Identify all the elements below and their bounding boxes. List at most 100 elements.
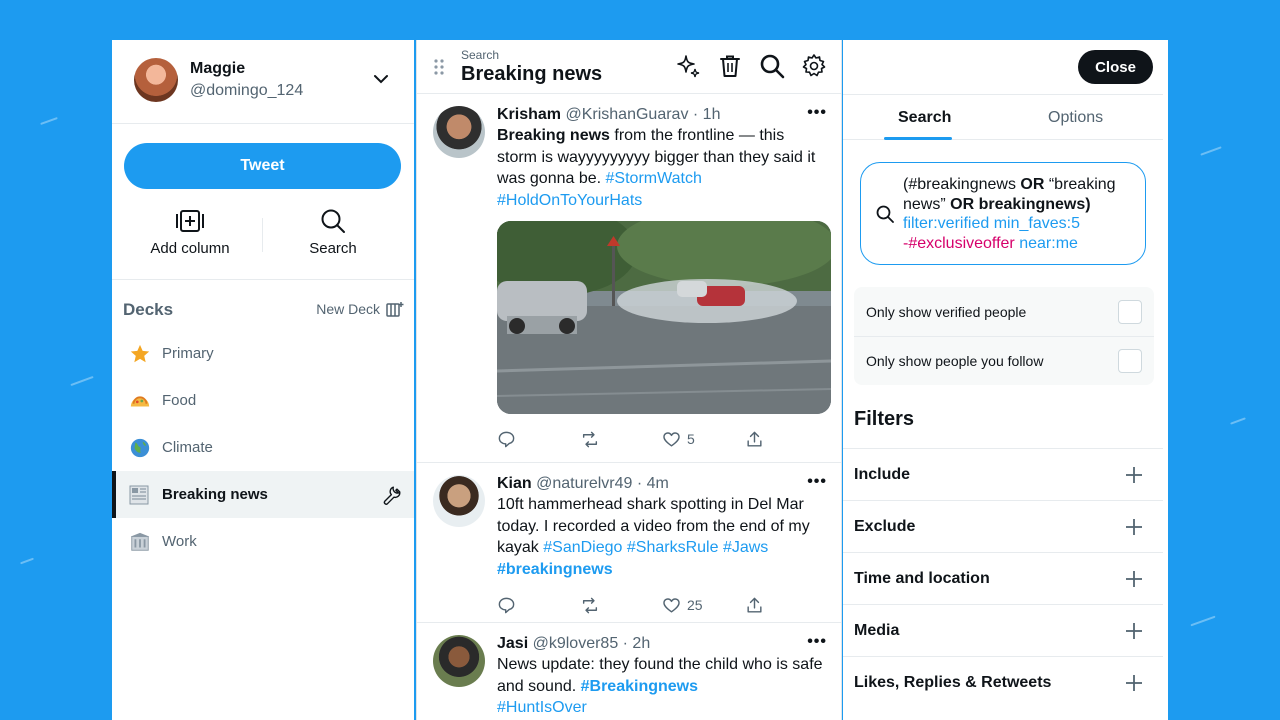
tweet[interactable]: Krisham @KrishanGuarav · 1h ••• Breaking… — [417, 94, 841, 463]
deck-item-primary[interactable]: Primary — [112, 330, 414, 377]
background-speck — [1200, 146, 1222, 156]
deck-item-breaking-news[interactable]: Breaking news — [112, 471, 414, 518]
filter-include[interactable]: Include — [843, 448, 1163, 500]
hashtag-link[interactable]: #Breakingnews — [581, 678, 698, 695]
newspaper-icon — [128, 483, 152, 507]
reply-button[interactable] — [497, 596, 580, 615]
like-button[interactable]: 5 — [662, 430, 745, 449]
search-icon[interactable] — [759, 53, 785, 79]
like-count: 25 — [687, 597, 703, 613]
gear-icon[interactable] — [801, 53, 827, 79]
more-options-icon[interactable]: ••• — [807, 104, 827, 122]
retweet-button[interactable] — [580, 596, 663, 615]
filter-label: Include — [854, 465, 911, 483]
column-header: Search Breaking news — [417, 40, 841, 94]
more-options-icon[interactable]: ••• — [807, 633, 827, 651]
query-term: (#breakingnews — [903, 176, 1021, 193]
option-label: Only show people you follow — [866, 353, 1044, 369]
plus-icon[interactable] — [1125, 570, 1143, 588]
hashtag-link[interactable]: #SanDiego — [543, 539, 622, 556]
plus-icon[interactable] — [1125, 622, 1143, 640]
account-handle: @domingo_124 — [190, 82, 304, 99]
account-switcher[interactable]: Maggie @domingo_124 — [112, 40, 414, 124]
query-location: near:me — [1019, 234, 1078, 252]
more-options-icon[interactable]: ••• — [807, 473, 827, 491]
taco-icon — [128, 389, 152, 413]
hashtag-link[interactable]: #SharksRule — [627, 539, 719, 556]
heart-icon — [663, 597, 680, 613]
like-count: 5 — [687, 431, 695, 447]
new-deck-button[interactable]: New Deck — [316, 301, 404, 317]
tab-options[interactable]: Options — [1048, 109, 1103, 127]
option-following[interactable]: Only show people you follow — [854, 336, 1154, 385]
hashtag-link[interactable]: #HuntIsOver — [497, 699, 587, 716]
deck-item-climate[interactable]: Climate — [112, 424, 414, 471]
query-operator: OR — [950, 195, 975, 213]
verified-checkbox[interactable] — [1118, 299, 1142, 324]
search-button[interactable]: Search — [273, 208, 393, 257]
plus-icon[interactable] — [1125, 518, 1143, 536]
tweet-meta: @k9lover85 · 2h — [532, 635, 651, 652]
filter-time-location[interactable]: Time and location — [843, 552, 1163, 604]
tweet-header: Krisham @KrishanGuarav · 1h — [497, 104, 827, 125]
office-building-icon — [128, 530, 152, 554]
tweet-meta: @KrishanGuarav · 1h — [565, 106, 721, 123]
wrench-icon[interactable] — [380, 484, 402, 506]
quick-actions: Add column Search — [112, 208, 414, 280]
trash-icon[interactable] — [717, 53, 743, 79]
option-verified[interactable]: Only show verified people — [854, 287, 1154, 336]
retweet-icon — [582, 431, 597, 447]
close-button[interactable]: Close — [1078, 50, 1153, 84]
share-button[interactable] — [745, 596, 828, 615]
background-speck — [20, 557, 34, 565]
tweet-button[interactable]: Tweet — [124, 143, 401, 189]
tab-search[interactable]: Search — [898, 109, 951, 127]
avatar — [433, 475, 485, 527]
like-button[interactable]: 25 — [662, 596, 745, 615]
tweet-image[interactable] — [497, 221, 831, 414]
reply-button[interactable] — [497, 430, 580, 449]
deck-item-work[interactable]: Work — [112, 518, 414, 565]
filter-engagement[interactable]: Likes, Replies & Retweets — [843, 656, 1163, 708]
share-icon — [746, 431, 762, 447]
tweet-author-name: Jasi — [497, 635, 529, 652]
hashtag-link[interactable]: #StormWatch — [606, 170, 702, 187]
filter-media[interactable]: Media — [843, 604, 1163, 656]
tweet-body: Breaking news from the frontline — this … — [497, 125, 827, 211]
new-deck-icon — [386, 302, 404, 317]
chevron-down-icon[interactable] — [372, 70, 390, 88]
deck-item-food[interactable]: Food — [112, 377, 414, 424]
decks-title: Decks — [123, 300, 174, 319]
hashtag-link[interactable]: #Jaws — [723, 539, 768, 556]
reply-icon — [498, 597, 515, 613]
tweet[interactable]: Jasi @k9lover85 · 2h ••• News update: th… — [417, 623, 841, 720]
tweet-header: Jasi @k9lover85 · 2h — [497, 633, 827, 654]
active-tab-indicator — [884, 137, 952, 140]
search-label: Search — [309, 240, 357, 257]
sparkle-icon[interactable] — [675, 53, 701, 79]
add-column-label: Add column — [150, 240, 230, 257]
add-column-button[interactable]: Add column — [130, 208, 250, 257]
column-toolbar — [675, 53, 827, 79]
plus-icon[interactable] — [1125, 466, 1143, 484]
deck-label: Work — [162, 533, 197, 550]
new-deck-label: New Deck — [316, 301, 380, 317]
plus-icon[interactable] — [1125, 674, 1143, 692]
query-term: breakingnews) — [974, 195, 1091, 213]
filter-exclude[interactable]: Exclude — [843, 500, 1163, 552]
decks-header: Decks New Deck — [123, 300, 404, 320]
search-query-input[interactable]: (#breakingnews OR “breaking news” OR bre… — [860, 162, 1146, 265]
tweet[interactable]: Kian @naturelvr49 · 4m ••• 10ft hammerhe… — [417, 463, 841, 623]
tweet-bold-text: Breaking news — [497, 127, 610, 144]
drag-handle-icon[interactable] — [433, 58, 445, 76]
filter-label: Likes, Replies & Retweets — [854, 673, 1052, 691]
hashtag-link[interactable]: #HoldOnToYourHats — [497, 192, 642, 209]
retweet-button[interactable] — [580, 430, 663, 449]
share-button[interactable] — [745, 430, 828, 449]
filters-title: Filters — [854, 408, 915, 430]
retweet-icon — [582, 597, 597, 613]
following-checkbox[interactable] — [1118, 349, 1142, 373]
hashtag-link[interactable]: #breakingnews — [497, 561, 613, 578]
search-icon — [876, 205, 894, 223]
share-icon — [746, 597, 762, 613]
